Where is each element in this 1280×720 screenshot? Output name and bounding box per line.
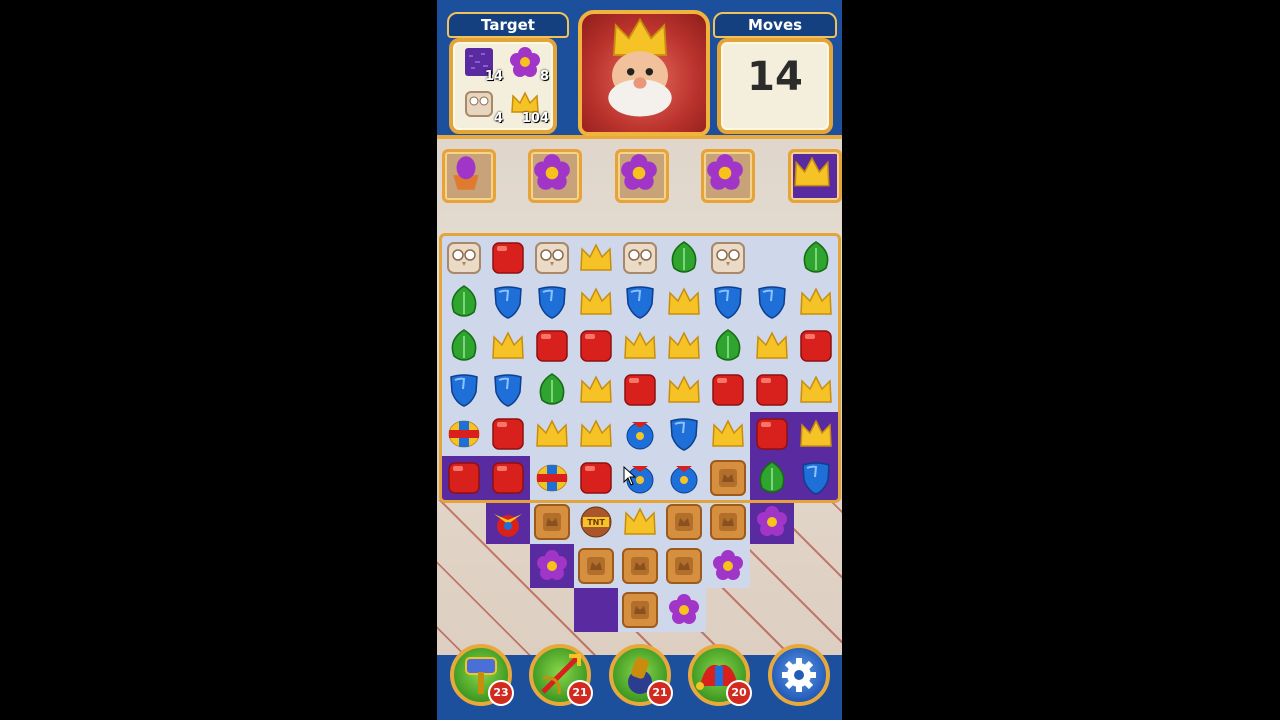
target-count: 4 bbox=[493, 111, 503, 126]
wooden-crate-icon bbox=[710, 504, 746, 540]
crown-icon bbox=[794, 156, 830, 187]
shelf-slot bbox=[788, 149, 842, 203]
board-cell[interactable] bbox=[750, 500, 794, 544]
purple-flower-icon bbox=[710, 548, 746, 584]
purple-flower-icon bbox=[534, 154, 570, 190]
game-board[interactable]: TNT bbox=[439, 233, 841, 636]
booster-count-badge: 20 bbox=[726, 680, 752, 706]
booster-count-badge: 21 bbox=[647, 680, 673, 706]
board-cell[interactable] bbox=[618, 588, 662, 632]
target-count: 14 bbox=[484, 69, 503, 84]
purple-flower-icon bbox=[510, 47, 540, 77]
board-cell[interactable] bbox=[618, 544, 662, 588]
cannon-booster-button[interactable]: 21 bbox=[609, 644, 673, 706]
purple-flower-icon bbox=[754, 504, 790, 540]
wooden-crate-icon bbox=[666, 548, 702, 584]
svg-text:TNT: TNT bbox=[587, 518, 605, 527]
moves-panel: 14 bbox=[717, 38, 833, 134]
target-item: 4 bbox=[459, 86, 503, 126]
shelf-slot bbox=[701, 149, 755, 203]
board-frame bbox=[439, 233, 841, 503]
target-panel: 14 8 4 104 bbox=[449, 38, 557, 134]
target-title: Target bbox=[447, 12, 569, 38]
booster-count-badge: 21 bbox=[567, 680, 593, 706]
board-cell[interactable] bbox=[706, 500, 750, 544]
king-avatar-icon bbox=[578, 10, 710, 136]
booster-count-badge: 23 bbox=[488, 680, 514, 706]
board-cell[interactable] bbox=[574, 544, 618, 588]
board-cell[interactable] bbox=[662, 588, 706, 632]
mouse-cursor-icon bbox=[623, 466, 637, 486]
board-cell[interactable] bbox=[662, 500, 706, 544]
stone-owl-icon bbox=[465, 91, 493, 117]
wooden-crate-icon bbox=[666, 504, 702, 540]
target-item: 8 bbox=[505, 44, 549, 84]
board-cell[interactable] bbox=[530, 544, 574, 588]
wooden-crate-icon bbox=[534, 504, 570, 540]
board-cell[interactable] bbox=[530, 500, 574, 544]
gear-icon bbox=[782, 658, 816, 692]
jester-booster-button[interactable]: 20 bbox=[688, 644, 752, 706]
target-item: 104 bbox=[505, 86, 549, 126]
board-cell[interactable] bbox=[486, 500, 530, 544]
moves-counter: 14 bbox=[747, 54, 803, 100]
board-cell[interactable] bbox=[706, 544, 750, 588]
settings-button[interactable] bbox=[768, 644, 830, 706]
board-cell[interactable] bbox=[618, 500, 662, 544]
propeller-icon bbox=[490, 504, 526, 540]
purple-flower-icon bbox=[666, 592, 702, 628]
board-cell[interactable] bbox=[574, 588, 618, 632]
target-item: 14 bbox=[459, 44, 503, 84]
board-cell[interactable] bbox=[662, 544, 706, 588]
board-cell[interactable]: TNT bbox=[574, 500, 618, 544]
crown-icon bbox=[622, 504, 658, 540]
game-screen: 14 8 4 104 Target 14 Moves TNT 23 21 21 … bbox=[437, 0, 842, 720]
wooden-crate-icon bbox=[622, 548, 658, 584]
purple-flower-icon bbox=[621, 154, 657, 190]
header: 14 8 4 104 Target 14 Moves bbox=[437, 0, 842, 139]
wooden-crate-icon bbox=[622, 592, 658, 628]
flower-pot-icon bbox=[453, 156, 479, 190]
wooden-crate-icon bbox=[578, 548, 614, 584]
purple-flower-icon bbox=[707, 154, 743, 190]
target-count: 104 bbox=[521, 111, 549, 126]
shelf-slot bbox=[442, 149, 496, 203]
target-count: 8 bbox=[539, 69, 549, 84]
shelf-slot bbox=[615, 149, 669, 203]
shelf-slot bbox=[528, 149, 582, 203]
tnt-icon: TNT bbox=[578, 504, 614, 540]
hammer-booster-button[interactable]: 23 bbox=[450, 644, 514, 706]
moves-title: Moves bbox=[713, 12, 837, 38]
arrow-booster-button[interactable]: 21 bbox=[529, 644, 593, 706]
purple-flower-icon bbox=[534, 548, 570, 584]
